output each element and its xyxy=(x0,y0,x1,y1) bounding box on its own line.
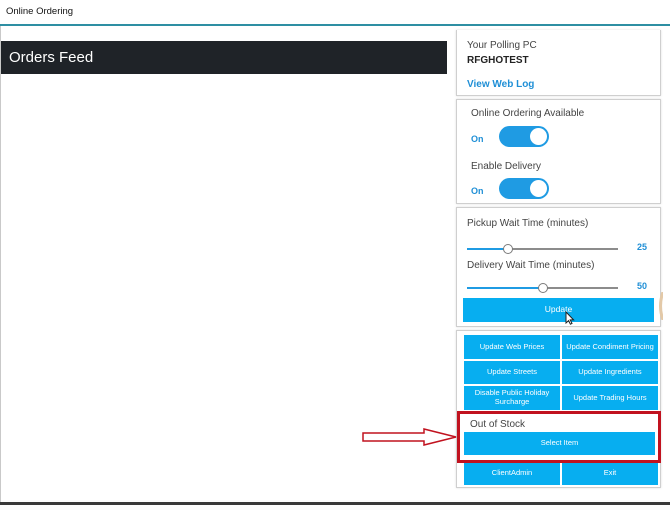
enable-delivery-state: On xyxy=(471,186,484,196)
actions-panel: Update Web Prices Update Condiment Prici… xyxy=(456,330,661,488)
delivery-wait-slider[interactable] xyxy=(467,283,618,293)
client-admin-button[interactable]: ClientAdmin xyxy=(464,462,560,485)
pickup-wait-value: 25 xyxy=(637,242,648,252)
orders-feed-title: Orders Feed xyxy=(9,49,94,66)
window-title: Online Ordering xyxy=(6,6,74,17)
out-of-stock-highlight xyxy=(457,411,661,463)
wait-times-panel: Pickup Wait Time (minutes) 25 Delivery W… xyxy=(456,207,661,327)
update-web-prices-button[interactable]: Update Web Prices xyxy=(464,335,560,359)
pickup-wait-label: Pickup Wait Time (minutes) xyxy=(467,218,589,229)
polling-pc-label: Your Polling PC xyxy=(467,40,537,51)
online-ordering-state: On xyxy=(471,134,484,144)
toggle-knob xyxy=(530,180,547,197)
enable-delivery-toggle[interactable] xyxy=(499,178,549,199)
update-wait-times-button[interactable]: Update xyxy=(463,298,654,322)
pointer-arrow-icon xyxy=(362,428,457,446)
online-ordering-toggle[interactable] xyxy=(499,126,549,147)
pickup-slider-fill xyxy=(467,248,508,250)
toggle-knob xyxy=(530,128,547,145)
polling-pc-name: RFGHOTEST xyxy=(467,55,529,66)
polling-panel: Your Polling PC RFGHOTEST View Web Log xyxy=(456,30,661,96)
update-ingredients-button[interactable]: Update Ingredients xyxy=(562,361,658,384)
orders-feed-header: Orders Feed xyxy=(1,41,447,74)
update-condiment-pricing-button[interactable]: Update Condiment Pricing xyxy=(562,335,658,359)
pickup-wait-slider[interactable] xyxy=(467,244,618,254)
scroll-edge-icon xyxy=(659,292,663,320)
update-streets-button[interactable]: Update Streets xyxy=(464,361,560,384)
delivery-slider-thumb[interactable] xyxy=(538,283,548,293)
enable-delivery-label: Enable Delivery xyxy=(471,161,542,172)
view-web-log-link[interactable]: View Web Log xyxy=(467,79,534,90)
delivery-wait-value: 50 xyxy=(637,281,648,291)
online-ordering-label: Online Ordering Available xyxy=(471,108,585,119)
disable-holiday-surcharge-button[interactable]: Disable Public Holiday Surcharge xyxy=(464,386,560,410)
delivery-slider-fill xyxy=(467,287,543,289)
delivery-wait-label: Delivery Wait Time (minutes) xyxy=(467,260,595,271)
pickup-slider-thumb[interactable] xyxy=(503,244,513,254)
mouse-cursor-icon xyxy=(565,311,575,325)
toggles-panel: Online Ordering Available On Enable Deli… xyxy=(456,99,661,204)
exit-button[interactable]: Exit xyxy=(562,462,658,485)
update-trading-hours-button[interactable]: Update Trading Hours xyxy=(562,386,658,410)
title-bar: Online Ordering xyxy=(0,0,670,26)
